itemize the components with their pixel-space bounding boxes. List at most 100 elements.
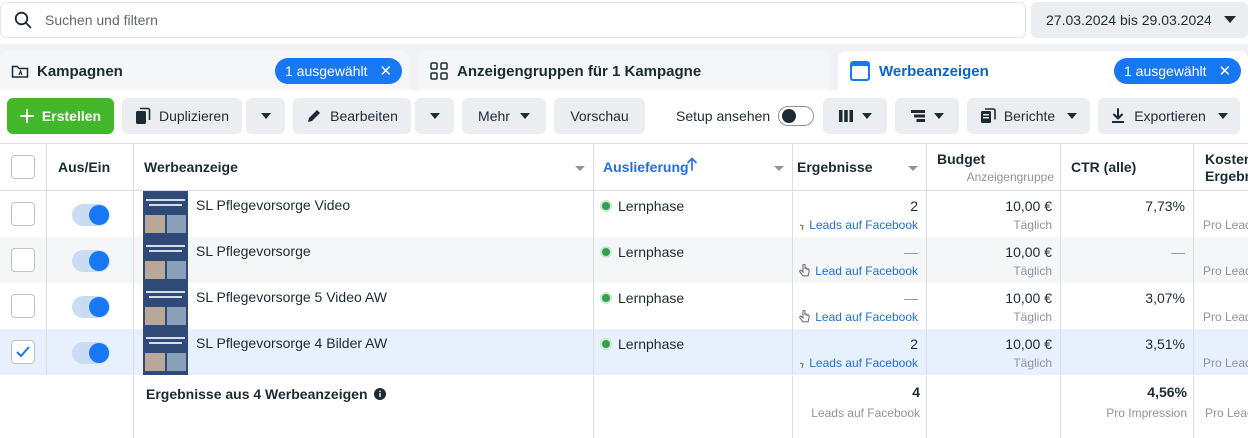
- cost-sub: Pro Lead: [1203, 310, 1248, 324]
- hand-pointer-icon: [799, 264, 811, 278]
- delivery-status: Lernphase: [602, 336, 684, 352]
- table-row[interactable]: SL Pflegevorsorge Video Lernphase 2 Lead…: [0, 191, 1248, 237]
- summary-results-sub: Leads auf Facebook: [811, 406, 920, 420]
- setup-toggle[interactable]: [778, 106, 814, 126]
- search-input[interactable]: [45, 12, 1025, 28]
- ctr-value: 3,51%: [1145, 336, 1185, 352]
- ad-name[interactable]: SL Pflegevorsorge Video: [196, 197, 350, 213]
- summary-label: Ergebnisse aus 4 Werbeanzeigen: [146, 386, 386, 402]
- budget-value: 10,00 €: [1005, 244, 1052, 260]
- ad-thumbnail[interactable]: [143, 191, 188, 237]
- close-icon[interactable]: ✕: [1219, 62, 1232, 80]
- edit-button[interactable]: Bearbeiten: [293, 98, 411, 134]
- info-icon[interactable]: [373, 388, 386, 400]
- budget-sub: Täglich: [1013, 356, 1052, 370]
- export-label: Exportieren: [1134, 108, 1206, 124]
- pill-label: 1 ausgewählt: [1124, 63, 1207, 79]
- breakdown-icon: [910, 109, 926, 123]
- header-delivery[interactable]: Auslieferung: [594, 144, 793, 191]
- toolbar: Erstellen Duplizieren Bearbeiten Mehr Vo…: [0, 90, 1248, 144]
- plus-icon: [19, 109, 34, 123]
- columns-button[interactable]: [823, 98, 887, 134]
- reports-button[interactable]: Berichte: [967, 98, 1090, 134]
- pill-label: 1 ausgewählt: [285, 63, 368, 79]
- ad-thumbnail[interactable]: [143, 283, 188, 329]
- row-checkbox[interactable]: [11, 248, 35, 272]
- toggle-knob: [89, 251, 109, 271]
- results-link[interactable]: Lead auf Facebook: [799, 264, 918, 278]
- row-cost-cell: Pro Lead: [1194, 329, 1248, 375]
- date-range-picker[interactable]: 27.03.2024 bis 29.03.2024: [1031, 2, 1248, 38]
- table-row[interactable]: SL Pflegevorsorge 5 Video AW Lernphase —…: [0, 283, 1248, 329]
- row-onoff-cell: [47, 237, 134, 283]
- summary-label-cell: Ergebnisse aus 4 Werbeanzeigen: [134, 376, 594, 438]
- results-value: —: [904, 244, 918, 260]
- ad-toggle[interactable]: [72, 296, 110, 318]
- table-row[interactable]: SL Pflegevorsorge Lernphase — Lead auf F…: [0, 237, 1248, 283]
- toggle-knob: [89, 205, 109, 225]
- budget-value: 10,00 €: [1005, 336, 1052, 352]
- summary-ctr: 4,56%: [1147, 384, 1187, 400]
- row-checkbox[interactable]: [11, 340, 35, 364]
- row-select-cell: [0, 237, 47, 283]
- tab-label: Werbeanzeigen: [879, 62, 989, 80]
- ad-name[interactable]: SL Pflegevorsorge 4 Bilder AW: [196, 335, 387, 351]
- tab-campaigns[interactable]: Kampagnen 1 ausgewählt ✕: [0, 51, 410, 91]
- chevron-down-icon: [429, 113, 440, 119]
- duplicate-dropdown[interactable]: [246, 98, 285, 134]
- create-button[interactable]: Erstellen: [7, 98, 114, 134]
- header-label: Budget: [937, 151, 986, 167]
- delivery-label: Lernphase: [618, 198, 685, 214]
- selection-pill[interactable]: 1 ausgewählt ✕: [1114, 58, 1242, 84]
- tab-ads[interactable]: Werbeanzeigen 1 ausgewählt ✕: [838, 51, 1248, 91]
- breakdown-button[interactable]: [895, 98, 959, 134]
- cost-sub: Pro Lead: [1203, 356, 1248, 370]
- ad-toggle[interactable]: [72, 204, 110, 226]
- setup-toggle-label: Setup ansehen: [676, 108, 771, 124]
- chevron-down-icon: [774, 166, 784, 171]
- ad-thumbnail[interactable]: [143, 237, 188, 283]
- search-bar[interactable]: [0, 2, 1026, 38]
- table-row[interactable]: SL Pflegevorsorge 4 Bilder AW Lernphase …: [0, 329, 1248, 375]
- selection-pill[interactable]: 1 ausgewählt ✕: [275, 58, 403, 84]
- row-checkbox[interactable]: [11, 202, 35, 226]
- header-budget[interactable]: Budget Anzeigengruppe: [927, 144, 1061, 191]
- row-checkbox[interactable]: [11, 294, 35, 318]
- header-results[interactable]: Ergebnisse: [793, 144, 927, 191]
- ad-name[interactable]: SL Pflegevorsorge 5 Video AW: [196, 289, 387, 305]
- duplicate-button[interactable]: Duplizieren: [122, 98, 242, 134]
- ad-icon: [849, 60, 871, 82]
- row-budget-cell: 10,00 € Täglich: [927, 329, 1061, 375]
- delivery-label: Lernphase: [618, 290, 685, 306]
- preview-button[interactable]: Vorschau: [554, 98, 645, 134]
- export-button[interactable]: Exportieren: [1098, 98, 1240, 134]
- row-select-cell: [0, 283, 47, 329]
- summary-ctr-cell: 4,56% Pro Impression: [1061, 376, 1194, 438]
- chevron-down-icon: [862, 113, 872, 119]
- more-button[interactable]: Mehr: [462, 98, 546, 134]
- budget-value: 10,00 €: [1005, 198, 1052, 214]
- tab-ad-sets[interactable]: Anzeigengruppen für 1 Kampagne: [418, 51, 830, 91]
- results-link[interactable]: Leads auf Facebook: [799, 218, 918, 232]
- hand-pointer-icon: [799, 310, 811, 324]
- ad-toggle[interactable]: [72, 342, 110, 364]
- ad-toggle[interactable]: [72, 250, 110, 272]
- edit-dropdown[interactable]: [415, 98, 454, 134]
- header-cost[interactable]: Kosten Ergebn: [1194, 144, 1248, 191]
- close-icon[interactable]: ✕: [380, 62, 393, 80]
- cost-sub: Pro Lead: [1203, 264, 1248, 278]
- delivery-label: Lernphase: [618, 336, 685, 352]
- select-all-checkbox[interactable]: [11, 155, 35, 179]
- results-link[interactable]: Leads auf Facebook: [799, 356, 918, 370]
- row-select-cell: [0, 191, 47, 237]
- header-onoff[interactable]: Aus/Ein: [47, 144, 134, 191]
- budget-sub: Täglich: [1013, 310, 1052, 324]
- more-label: Mehr: [478, 108, 510, 124]
- results-link[interactable]: Lead auf Facebook: [799, 310, 918, 324]
- header-ad[interactable]: Werbeanzeige: [134, 144, 594, 191]
- header-select-all: [0, 144, 47, 191]
- ad-name[interactable]: SL Pflegevorsorge: [196, 243, 311, 259]
- ad-thumbnail[interactable]: [143, 329, 188, 375]
- delivery-status: Lernphase: [602, 198, 684, 214]
- header-ctr[interactable]: CTR (alle): [1061, 144, 1194, 191]
